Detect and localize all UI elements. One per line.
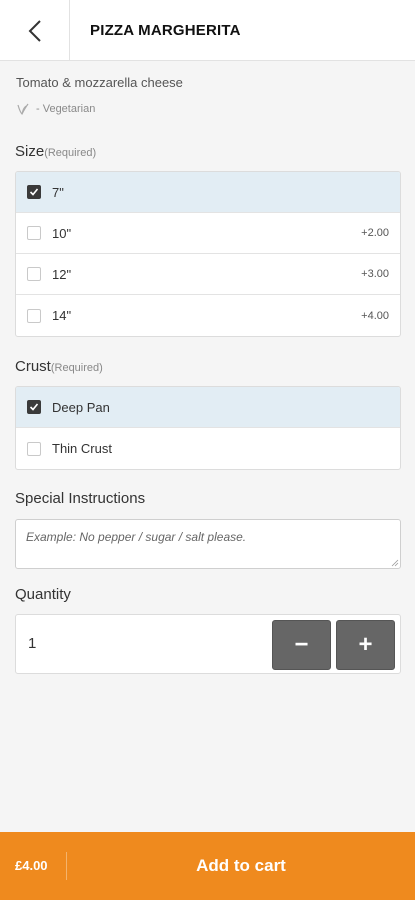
size-option-label: 10" [52, 225, 72, 241]
check-icon [29, 403, 39, 411]
minus-icon: − [294, 631, 309, 658]
size-option-7[interactable]: 7" [16, 172, 400, 213]
size-option-label: 12" [52, 266, 72, 282]
cart-bar: £4.00 Add to cart [0, 832, 415, 900]
back-button[interactable] [0, 0, 70, 61]
diet-info: - Vegetarian [16, 102, 95, 116]
checkbox[interactable] [27, 226, 41, 240]
vegetarian-leaf-icon [17, 103, 29, 116]
plus-icon: + [358, 631, 373, 658]
size-option-label: 7" [52, 184, 64, 200]
chevron-left-icon [28, 19, 41, 42]
size-option-price: +2.00 [361, 227, 389, 239]
quantity-heading: Quantity [15, 586, 71, 603]
increase-quantity-button[interactable]: + [336, 620, 395, 670]
size-options: 7" 10" +2.00 12" +3.00 14" +4.00 [15, 171, 401, 337]
crust-option-label: Thin Crust [52, 441, 112, 456]
crust-heading-label: Crust [15, 358, 51, 375]
crust-option-label: Deep Pan [52, 399, 110, 415]
size-heading-label: Size [15, 143, 45, 160]
crust-options: Deep Pan Thin Crust [15, 386, 401, 470]
page-title: PIZZA MARGHERITA [90, 22, 241, 39]
size-required-label: (Required) [44, 147, 97, 159]
crust-required-label: (Required) [50, 362, 103, 374]
crust-option-thin-crust[interactable]: Thin Crust [16, 428, 400, 469]
diet-label: - Vegetarian [36, 103, 96, 115]
size-option-10[interactable]: 10" +2.00 [16, 213, 400, 254]
quantity-stepper: 1 − + [15, 614, 401, 674]
size-heading: Size(Required) [15, 143, 96, 160]
size-option-price: +3.00 [361, 268, 389, 280]
checkbox[interactable] [27, 185, 41, 199]
checkbox[interactable] [27, 400, 41, 414]
crust-option-deep-pan[interactable]: Deep Pan [16, 387, 400, 428]
checkbox[interactable] [27, 308, 41, 323]
decrease-quantity-button[interactable]: − [272, 620, 331, 670]
instructions-heading: Special Instructions [15, 490, 146, 507]
size-option-price: +4.00 [361, 309, 389, 322]
check-icon [29, 188, 39, 196]
size-option-14[interactable]: 14" +4.00 [16, 295, 400, 336]
checkbox[interactable] [27, 441, 41, 456]
header: PIZZA MARGHERITA [0, 0, 415, 61]
cart-price: £4.00 [15, 858, 48, 873]
add-to-cart-button[interactable]: Add to cart [67, 832, 415, 900]
size-option-label: 14" [52, 308, 72, 323]
special-instructions-input[interactable] [15, 519, 401, 569]
size-option-12[interactable]: 12" +3.00 [16, 254, 400, 295]
item-description: Tomato & mozzarella cheese [16, 75, 183, 90]
quantity-value[interactable]: 1 [28, 615, 36, 673]
crust-heading: Crust(Required) [15, 358, 103, 375]
resize-grip-icon[interactable] [391, 559, 399, 567]
checkbox[interactable] [27, 267, 41, 281]
